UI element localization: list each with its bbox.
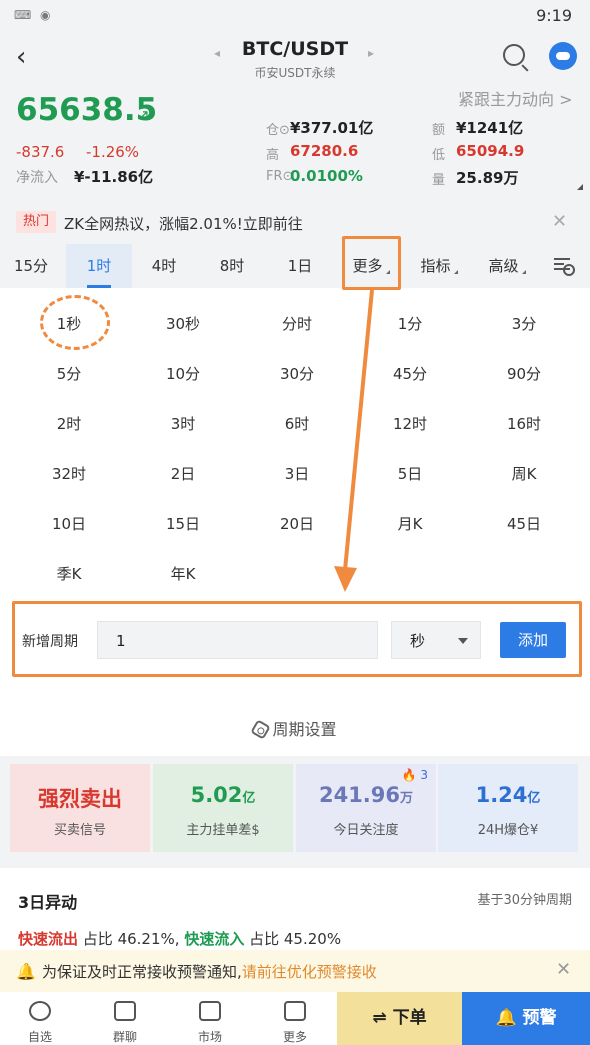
more-tab-highlight [342,236,401,290]
keyboard-icon: ⌨ [14,8,32,22]
period-option[interactable]: 6时 [242,413,352,434]
notice-text[interactable]: 为保证及时正常接收预警通知,请前往优化预警接收 [42,961,377,982]
nav-item-1[interactable]: 群聊 [85,992,165,1045]
hot-badge: 热门 [16,211,56,233]
next-pair-icon[interactable]: ▸ [368,46,374,60]
add-period-label: 新增周期 [22,634,78,650]
selected-period-circle [40,295,110,350]
indicator-card[interactable]: 强烈卖出 买卖信号 [10,764,150,852]
period-option[interactable]: 分时 [242,313,352,334]
period-option[interactable]: 30分 [242,363,352,384]
period-option[interactable]: 2日 [128,463,238,484]
stat-value: 0.0100% [290,167,363,185]
period-value-input[interactable]: 1 [97,621,378,659]
net-flow-value: ¥-11.86亿 [74,168,154,186]
app-icon: ◉ [40,8,51,22]
tab-1[interactable]: 1时 [66,244,132,288]
stat-value: ¥377.01亿 [290,119,374,137]
period-option[interactable]: 12时 [355,413,465,434]
period-option[interactable]: 3日 [242,463,352,484]
close-icon[interactable]: ✕ [552,211,567,232]
period-option[interactable]: 3分 [469,313,579,334]
pair-subtitle: 币安USDT永续 [254,66,336,80]
period-option[interactable]: 10日 [14,513,124,534]
tab-4[interactable]: 1日 [268,244,332,288]
nav-item-0[interactable]: 自选 [0,992,80,1045]
expand-corner-icon[interactable] [577,184,583,190]
price-change: -837.6 [16,143,65,161]
tab-2[interactable]: 4时 [133,244,195,288]
nav-icon [199,1001,221,1021]
period-option[interactable]: 30秒 [128,313,238,334]
stat-value: 67280.6 [290,142,359,160]
dropdown-corner-icon [521,270,526,274]
period-option[interactable]: 16时 [469,413,579,434]
anomaly-row: 快速流出 占比 46.21%, 快速流入 占比 45.20% [18,930,342,948]
period-option[interactable]: 季K [14,563,124,584]
stat-value: 25.89万 [456,169,519,187]
stat-label: 量 [432,173,446,188]
period-option[interactable]: 10分 [128,363,238,384]
fire-badge-icon: 🔥 3 [401,768,428,782]
robot-avatar-icon[interactable] [549,42,577,70]
period-option[interactable]: 年K [128,563,238,584]
period-option[interactable]: 2时 [14,413,124,434]
anomaly-note: 基于30分钟周期 [477,893,572,908]
price-change-pct: -1.26% [86,143,140,161]
add-button[interactable]: 添加 [500,622,566,658]
settings-filter-icon[interactable] [554,258,575,276]
period-option[interactable]: 45分 [355,363,465,384]
period-option[interactable]: 5分 [14,363,124,384]
nav-icon [114,1001,136,1021]
period-option[interactable]: 周K [469,463,579,484]
anomaly-title: 3日异动 [18,893,78,912]
notice-close-icon[interactable]: ✕ [556,959,571,980]
nav-icon [29,1001,51,1021]
period-option[interactable]: 20日 [242,513,352,534]
dropdown-corner-icon [453,270,458,274]
header: ‹ ◂ BTC/USDT 币安USDT永续 ▸ [0,30,590,90]
tab-6[interactable]: 指标 [408,244,470,288]
period-option[interactable]: 45日 [469,513,579,534]
period-option[interactable]: 15日 [128,513,238,534]
indicator-card[interactable]: 5.02亿 主力挂单差$ [153,764,293,852]
tab-3[interactable]: 8时 [200,244,264,288]
period-option[interactable]: 90分 [469,363,579,384]
nav-item-3[interactable]: 更多 [255,992,335,1045]
period-option[interactable]: 5日 [355,463,465,484]
bell-icon: 🔔 [16,962,36,981]
stat-label: 低 [432,148,446,163]
nav-icon [284,1001,306,1021]
status-bar: ⌨ ◉ 9:19 [0,0,590,30]
period-tabs: 15分 1时 4时 8时 1日 更多 指标 高级 [0,244,590,288]
tab-7[interactable]: 高级 [474,244,540,288]
period-unit-select[interactable]: 秒 [391,621,481,659]
pair-title[interactable]: BTC/USDT [0,38,590,60]
tab-0[interactable]: 15分 [0,244,62,288]
period-option[interactable]: 1分 [355,313,465,334]
stat-label: 仓⊙ [266,123,290,138]
hot-news-text[interactable]: ZK全网热议，涨幅2.01%!立即前往 [64,213,303,234]
alert-button[interactable]: 🔔 预警 [462,992,590,1045]
hexagon-settings-icon [250,719,272,740]
period-option[interactable]: 32时 [14,463,124,484]
period-setting-link[interactable]: 周期设置 [0,716,590,740]
order-button[interactable]: ⇌ 下单 [337,992,462,1045]
nav-item-2[interactable]: 市场 [170,992,250,1045]
period-option[interactable]: 月K [355,513,465,534]
stat-value: ¥1241亿 [456,119,524,137]
net-flow-label: 净流入 [16,170,58,186]
follow-main-link[interactable]: 紧跟主力动向 > [458,86,573,110]
stat-value: 65094.9 [456,142,525,160]
trend-arrow-icon: ↗ [137,106,150,124]
stat-label: 高 [266,148,280,163]
search-icon[interactable] [503,44,525,66]
period-option[interactable]: 3时 [128,413,238,434]
stat-label: 额 [432,123,446,138]
indicator-card[interactable]: 241.96万 今日关注度 🔥 3 [296,764,436,852]
clock: 9:19 [536,6,572,25]
indicator-card[interactable]: 1.24亿 24H爆仓¥ [438,764,578,852]
period-panel: 1秒 30秒 分时 1分 3分 5分 10分 30分 45分 90分 2时 3时 6时 12时 16时 32时… [0,288,590,756]
